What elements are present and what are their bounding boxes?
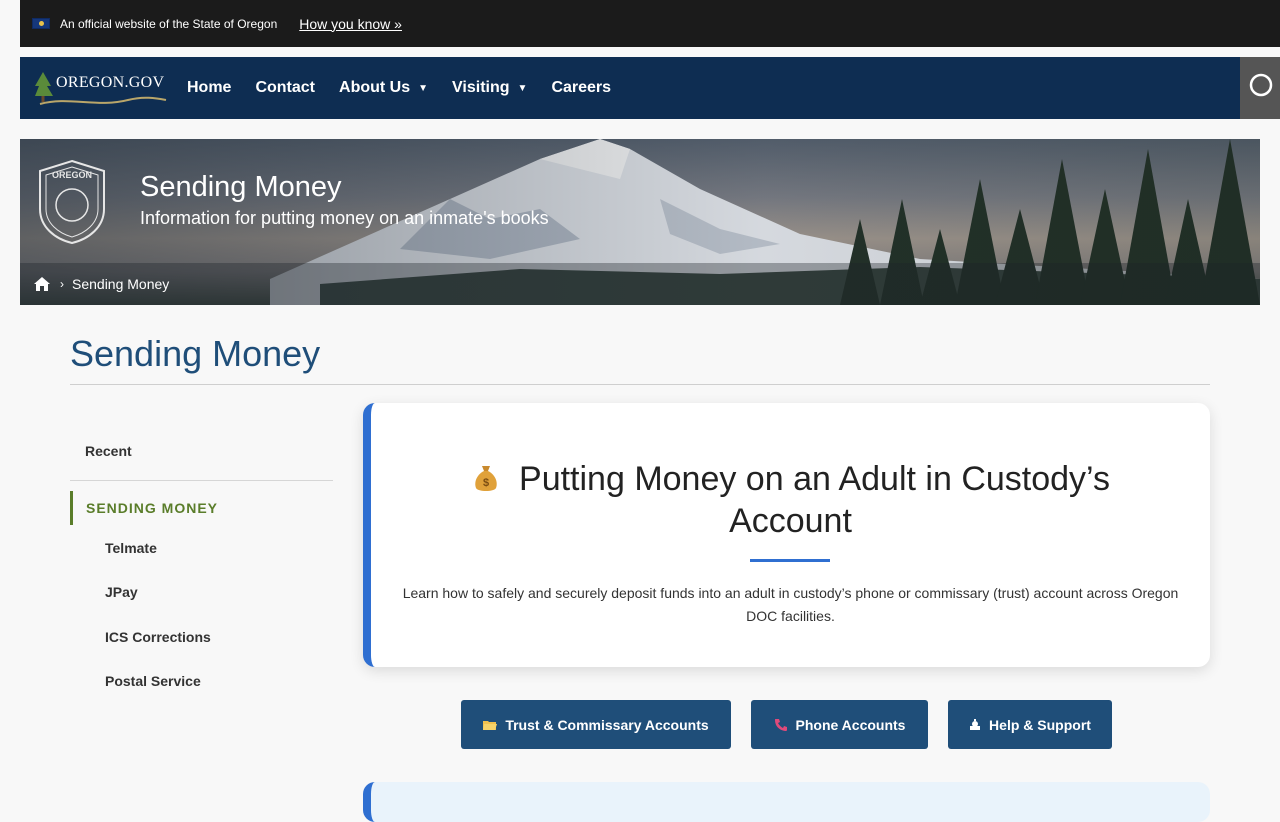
doc-seal-icon: OREGON xyxy=(39,159,105,245)
nav-home-label: Home xyxy=(187,79,232,96)
trust-commissary-label: Trust & Commissary Accounts xyxy=(505,716,709,733)
breadcrumb: › Sending Money xyxy=(20,263,1260,305)
nav-about-us[interactable]: About Us ▼ xyxy=(339,79,428,97)
chevron-down-icon: ▼ xyxy=(517,82,528,94)
intro-card: $ Putting Money on an Adult in Custody’s… xyxy=(363,403,1210,667)
sidebar-item-telmate[interactable]: Telmate xyxy=(105,540,157,556)
sidebar-recent[interactable]: Recent xyxy=(85,443,132,459)
nav-visiting-label: Visiting xyxy=(452,79,510,96)
sidebar-item-ics-corrections[interactable]: ICS Corrections xyxy=(105,629,211,645)
sidebar-item-postal-service[interactable]: Postal Service xyxy=(105,673,201,689)
hero-banner: OREGON Sending Money Information for put… xyxy=(20,139,1260,305)
nav-home[interactable]: Home xyxy=(187,79,231,97)
nav-about-us-label: About Us xyxy=(339,79,411,96)
chevron-down-icon: ▼ xyxy=(418,82,429,94)
official-banner: An official website of the State of Oreg… xyxy=(20,0,1280,47)
help-support-label: Help & Support xyxy=(989,716,1091,733)
main-navbar: OREGON.GOV Home Contact About Us ▼ Visiti… xyxy=(20,57,1280,119)
sidebar-divider xyxy=(70,480,333,481)
hero-title: Sending Money xyxy=(140,171,342,203)
seal-text: OREGON xyxy=(52,170,92,180)
sidebar-item-sending-money[interactable]: SENDING MONEY xyxy=(70,491,218,525)
home-icon[interactable] xyxy=(34,277,50,291)
sidebar-active-label: SENDING MONEY xyxy=(86,500,219,516)
trust-commissary-button[interactable]: Trust & Commissary Accounts xyxy=(461,700,731,749)
nav-visiting[interactable]: Visiting ▼ xyxy=(452,79,527,97)
logo-text: OREGON.GOV xyxy=(56,74,165,91)
river-swoosh-icon xyxy=(39,96,167,105)
hero-subtitle: Information for putting money on an inma… xyxy=(140,208,549,228)
nav-contact-label: Contact xyxy=(255,79,316,96)
folder-icon xyxy=(483,719,498,731)
card-title-underline xyxy=(750,559,830,562)
breadcrumb-current: Sending Money xyxy=(72,276,170,292)
next-section-card xyxy=(363,782,1210,822)
help-support-button[interactable]: Help & Support xyxy=(948,700,1112,749)
search-icon xyxy=(1249,73,1273,97)
phone-icon xyxy=(774,718,788,732)
phone-accounts-label: Phone Accounts xyxy=(795,716,906,733)
search-button[interactable] xyxy=(1240,57,1280,119)
card-title-text: Putting Money on an Adult in Custody’s A… xyxy=(519,460,1110,540)
money-bag-icon: $ xyxy=(475,466,497,491)
card-title: $ Putting Money on an Adult in Custody’s… xyxy=(371,458,1210,542)
card-description: Learn how to safely and securely deposit… xyxy=(402,585,1179,624)
oregon-gov-logo[interactable]: OREGON.GOV xyxy=(32,68,167,108)
nav-contact[interactable]: Contact xyxy=(255,79,315,97)
svg-text:$: $ xyxy=(483,477,489,489)
phone-accounts-button[interactable]: Phone Accounts xyxy=(751,700,928,749)
official-text: An official website of the State of Oreg… xyxy=(60,16,278,31)
nav-careers[interactable]: Careers xyxy=(551,79,611,97)
sidebar-item-jpay[interactable]: JPay xyxy=(105,584,138,600)
title-divider xyxy=(70,384,1210,385)
oregon-flag-icon xyxy=(32,18,50,29)
chevron-right-icon: › xyxy=(60,277,64,291)
nav-careers-label: Careers xyxy=(551,79,612,96)
page-title: Sending Money xyxy=(70,333,321,374)
support-icon xyxy=(969,718,981,731)
how-you-know-link[interactable]: How you know » xyxy=(299,16,402,32)
